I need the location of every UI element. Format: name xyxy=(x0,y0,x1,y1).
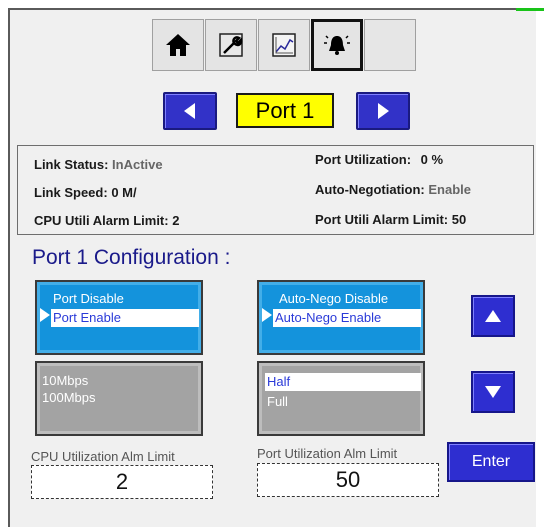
link-status-value: InActive xyxy=(112,157,163,172)
triangle-left-icon xyxy=(184,103,195,119)
auto-negotiation: Auto-Negotiation: Enable xyxy=(315,182,472,197)
settings-button[interactable] xyxy=(205,19,257,71)
next-port-button[interactable] xyxy=(356,92,410,130)
cpu-alarm-limit-value: 2 xyxy=(172,213,180,228)
triangle-right-icon xyxy=(378,103,389,119)
list-item[interactable]: 100Mbps xyxy=(42,390,95,405)
list-item[interactable]: Auto-Nego Disable xyxy=(279,291,388,306)
list-item-selected[interactable]: Half xyxy=(265,373,421,391)
trend-chart-icon xyxy=(272,33,296,57)
selection-pointer-icon xyxy=(262,308,272,322)
top-navigation xyxy=(152,19,416,71)
port-utilization-value: 0 % xyxy=(420,152,444,167)
previous-port-button[interactable] xyxy=(163,92,217,130)
wrench-icon xyxy=(219,33,243,57)
triangle-down-icon xyxy=(485,386,501,398)
list-item[interactable]: Port Disable xyxy=(53,291,124,306)
triangle-up-icon xyxy=(485,310,501,322)
list-item[interactable]: Full xyxy=(267,394,288,409)
alarm-bell-icon xyxy=(324,35,350,55)
auto-negotiation-value: Enable xyxy=(428,182,472,197)
duplex-list[interactable]: Half Full xyxy=(257,361,425,436)
port-status-panel: Link Status: InActive Link Speed: 0 M/ C… xyxy=(17,145,534,235)
trend-button[interactable] xyxy=(258,19,310,71)
link-speed: Link Speed: 0 M/ xyxy=(34,185,137,200)
configuration-title: Port 1 Configuration : xyxy=(32,246,231,269)
list-item-selected[interactable]: Port Enable xyxy=(51,309,199,327)
speed-list[interactable]: 10Mbps 100Mbps xyxy=(35,361,203,436)
cpu-limit-input[interactable]: 2 xyxy=(31,465,213,499)
home-icon xyxy=(166,34,190,56)
selection-pointer-icon xyxy=(40,308,50,322)
list-item-selected[interactable]: Auto-Nego Enable xyxy=(273,309,421,327)
auto-nego-list[interactable]: Auto-Nego Disable Auto-Nego Enable xyxy=(257,280,425,355)
port-enable-list[interactable]: Port Disable Port Enable xyxy=(35,280,203,355)
cpu-limit-label: CPU Utilization Alm Limit xyxy=(31,449,175,464)
status-indicator-bar xyxy=(516,8,544,11)
home-button[interactable] xyxy=(152,19,204,71)
alarm-button[interactable] xyxy=(311,19,363,71)
link-status: Link Status: InActive xyxy=(34,157,163,172)
link-speed-value: 0 M/ xyxy=(111,185,137,200)
port-utilization: Port Utilization: 0 % xyxy=(315,152,444,167)
port-alarm-limit: Port Utili Alarm Limit: 50 xyxy=(315,212,467,227)
list-item[interactable]: 10Mbps xyxy=(42,373,88,388)
enter-button[interactable]: Enter xyxy=(447,442,535,482)
port-name-display: Port 1 xyxy=(236,93,334,128)
scroll-up-button[interactable] xyxy=(471,295,515,337)
port-limit-label: Port Utilization Alm Limit xyxy=(257,446,398,461)
cpu-alarm-limit: CPU Utili Alarm Limit: 2 xyxy=(34,213,180,228)
port-limit-input[interactable]: 50 xyxy=(257,463,439,497)
port-alarm-limit-value: 50 xyxy=(451,212,467,227)
blank-nav-button[interactable] xyxy=(364,19,416,71)
scroll-down-button[interactable] xyxy=(471,371,515,413)
